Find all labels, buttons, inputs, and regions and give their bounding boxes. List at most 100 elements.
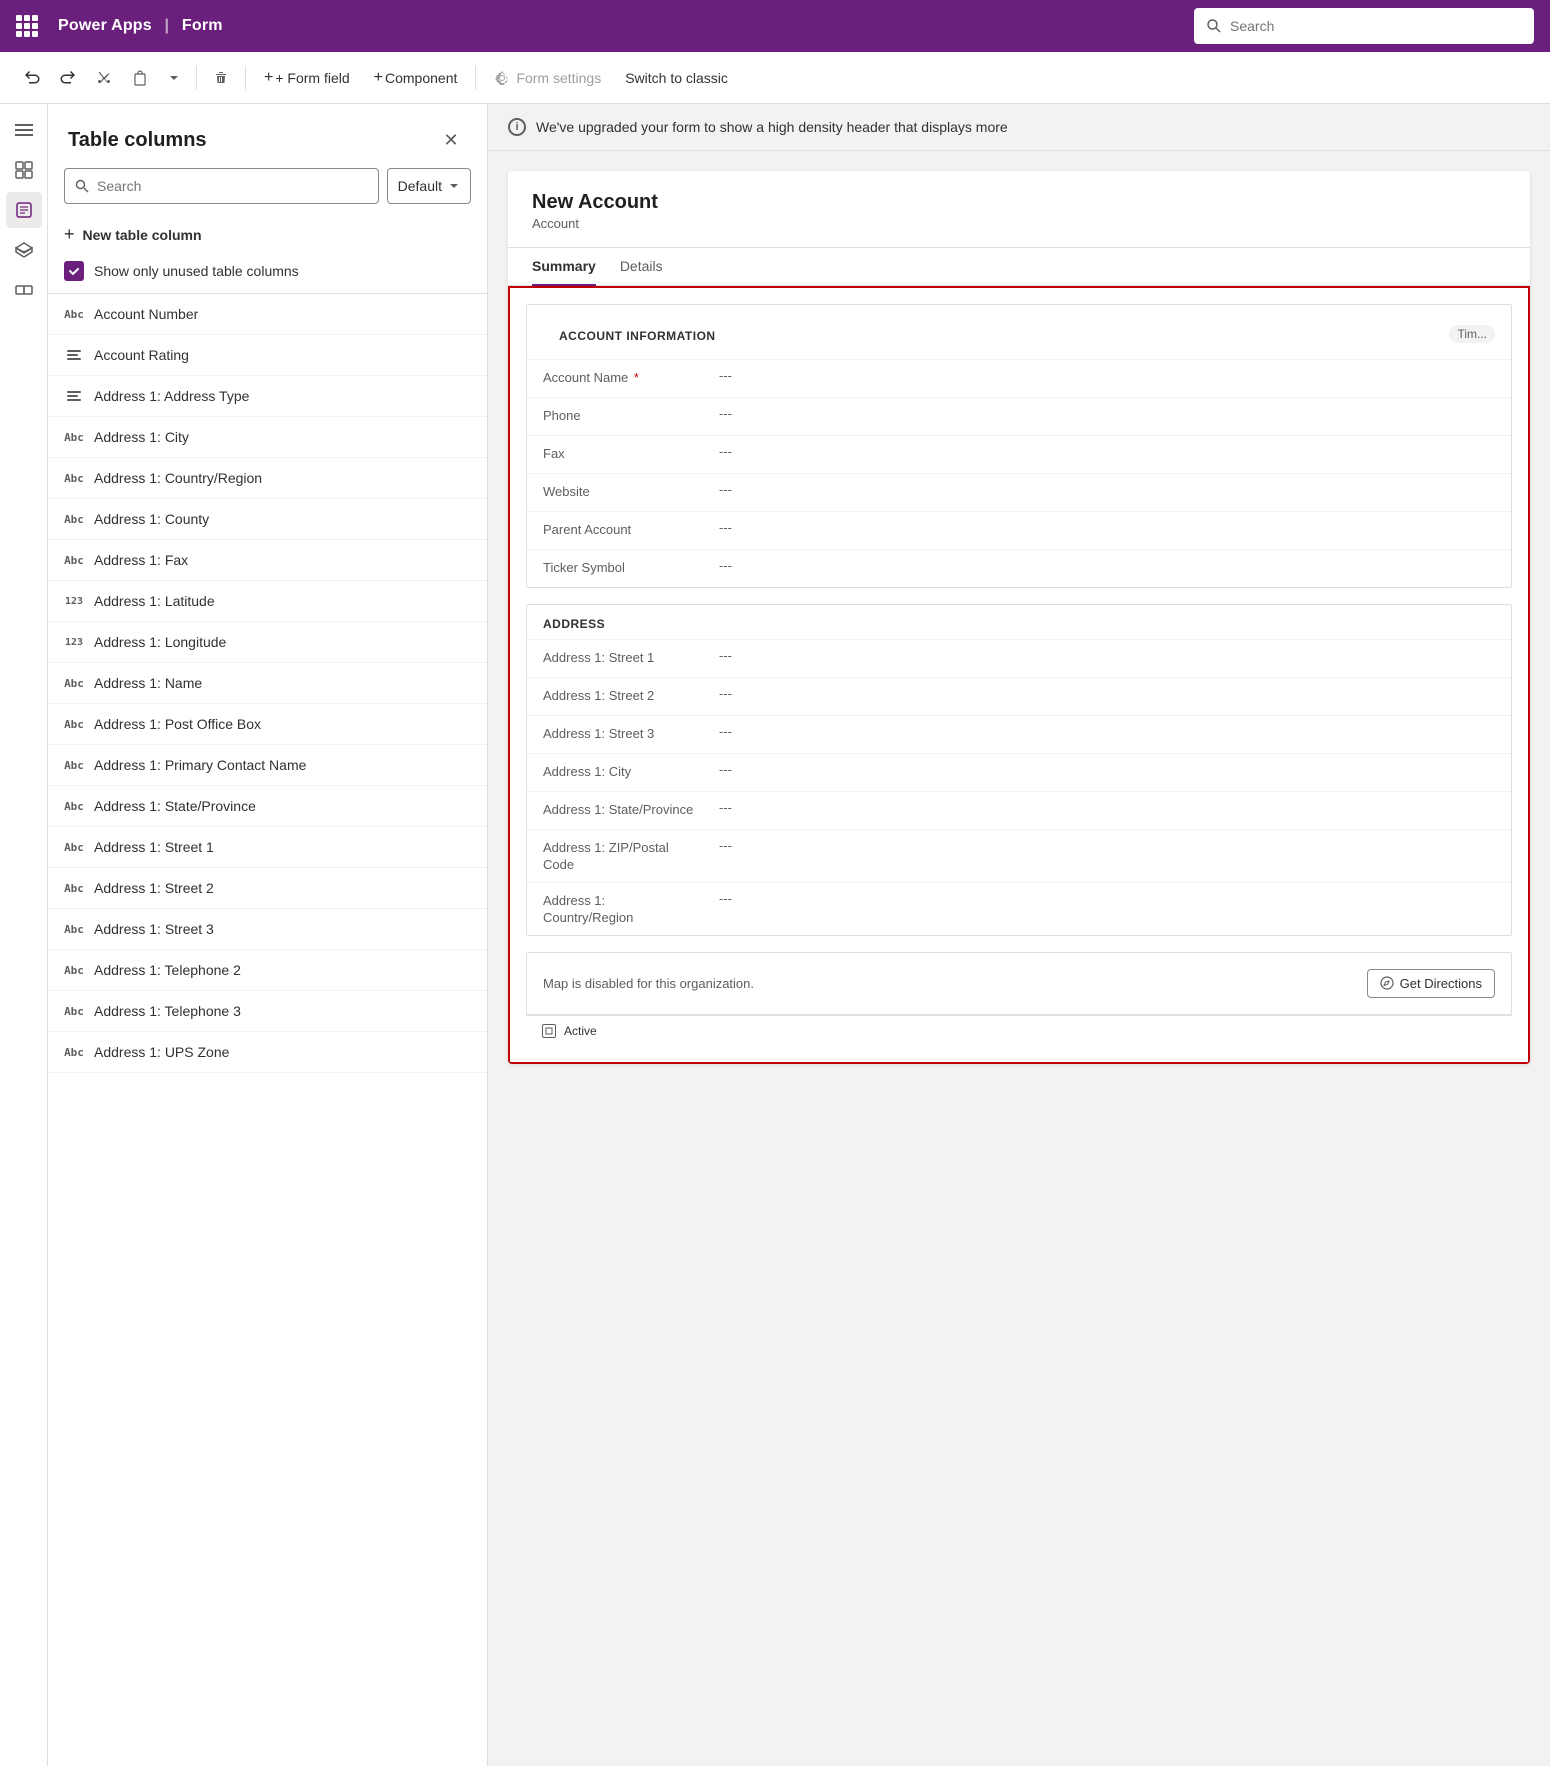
field-row: Address 1:Country/Region --- (527, 882, 1511, 935)
info-icon: i (508, 118, 526, 136)
list-item[interactable]: Abc Address 1: City (48, 417, 487, 458)
nav-dashboard-icon[interactable] (6, 152, 42, 188)
list-item[interactable]: Abc Address 1: Street 3 (48, 909, 487, 950)
abc-icon-10: Abc (64, 837, 84, 857)
field-value: --- (719, 800, 732, 815)
field-value: --- (719, 444, 732, 459)
separator-3 (475, 66, 476, 90)
nav-menu-icon[interactable] (6, 112, 42, 148)
abc-icon-12: Abc (64, 919, 84, 939)
field-row: Address 1: Street 1 --- (527, 639, 1511, 677)
filter-dropdown[interactable]: Default (387, 168, 471, 204)
map-section: Map is disabled for this organization. G… (526, 952, 1512, 1015)
field-label: Phone (543, 406, 703, 425)
field-value: --- (719, 762, 732, 777)
nav-blocks-icon[interactable] (6, 272, 42, 308)
account-information-section: ACCOUNT INFORMATION Tim... Account Name … (526, 304, 1512, 588)
list-item[interactable]: Abc Address 1: Country/Region (48, 458, 487, 499)
add-form-field-button[interactable]: + + Form field (254, 63, 360, 93)
field-row: Website --- (527, 473, 1511, 511)
list-item[interactable]: Abc Address 1: Name (48, 663, 487, 704)
list-item[interactable]: Abc Address 1: Street 2 (48, 868, 487, 909)
add-component-button[interactable]: + Component (364, 63, 468, 93)
list-item[interactable]: Abc Address 1: Telephone 2 (48, 950, 487, 991)
show-unused-row[interactable]: Show only unused table columns (48, 253, 487, 293)
form-settings-button[interactable]: Form settings (484, 64, 611, 92)
abc-icon-6: Abc (64, 673, 84, 693)
search-icon (1206, 18, 1222, 34)
field-value: --- (719, 686, 732, 701)
field-value: --- (719, 838, 732, 853)
list-icon-2 (64, 386, 84, 406)
list-item[interactable]: Abc Address 1: State/Province (48, 786, 487, 827)
abc-icon-8: Abc (64, 755, 84, 775)
form-card: New Account Account Summary Details (508, 171, 1530, 1064)
get-directions-button[interactable]: Get Directions (1367, 969, 1495, 998)
field-row: Fax --- (527, 435, 1511, 473)
nav-layers-icon[interactable] (6, 232, 42, 268)
form-preview: New Account Account Summary Details (488, 151, 1550, 1766)
num-icon-2: 123 (64, 632, 84, 652)
new-table-column-button[interactable]: + New table column (48, 216, 487, 253)
abc-icon-13: Abc (64, 960, 84, 980)
sidebar-panel: Table columns ✕ Default + New table colu… (48, 104, 488, 1766)
status-text: Active (564, 1024, 597, 1038)
status-icon (542, 1024, 556, 1038)
main-layout: Table columns ✕ Default + New table colu… (0, 104, 1550, 1766)
field-value: --- (719, 724, 732, 739)
tab-details[interactable]: Details (620, 248, 663, 286)
list-item[interactable]: Abc Address 1: Street 1 (48, 827, 487, 868)
delete-button[interactable] (205, 64, 237, 92)
compass-icon (1380, 976, 1394, 990)
show-unused-checkbox[interactable] (64, 261, 84, 281)
global-search-box[interactable] (1194, 8, 1534, 44)
column-search-input[interactable] (97, 178, 368, 194)
field-row: Address 1: Street 3 --- (527, 715, 1511, 753)
abc-icon-2: Abc (64, 427, 84, 447)
search-input[interactable] (1230, 18, 1522, 34)
list-item[interactable]: Abc Address 1: Primary Contact Name (48, 745, 487, 786)
list-item[interactable]: Abc Address 1: Telephone 3 (48, 991, 487, 1032)
sidebar-close-button[interactable]: ✕ (435, 124, 467, 156)
list-item[interactable]: Abc Address 1: UPS Zone (48, 1032, 487, 1073)
timeline-badge: Tim... (1449, 325, 1495, 343)
list-item[interactable]: Abc Account Number (48, 294, 487, 335)
sidebar-search-row: Default (48, 168, 487, 216)
separator-2 (245, 66, 246, 90)
list-item[interactable]: 123 Address 1: Latitude (48, 581, 487, 622)
field-value: --- (719, 406, 732, 421)
list-item[interactable]: Abc Address 1: Fax (48, 540, 487, 581)
abc-icon: Abc (64, 304, 84, 324)
field-row: Parent Account --- (527, 511, 1511, 549)
list-item[interactable]: Abc Address 1: Post Office Box (48, 704, 487, 745)
field-row: Address 1: Street 2 --- (527, 677, 1511, 715)
settings-icon (494, 70, 510, 86)
form-header: New Account Account (508, 171, 1530, 248)
tab-summary[interactable]: Summary (532, 248, 596, 286)
info-banner: i We've upgraded your form to show a hig… (488, 104, 1550, 151)
field-value: --- (719, 368, 732, 383)
list-item[interactable]: Abc Address 1: County (48, 499, 487, 540)
app-grid-icon[interactable] (16, 15, 38, 37)
form-tabs: Summary Details (508, 248, 1530, 286)
cut-button[interactable] (88, 64, 120, 92)
paste-button[interactable] (124, 64, 156, 92)
form-body: ACCOUNT INFORMATION Tim... Account Name … (508, 286, 1530, 1064)
form-title: New Account (532, 191, 1506, 214)
switch-classic-button[interactable]: Switch to classic (615, 64, 738, 92)
undo-button[interactable] (16, 64, 48, 92)
field-row: Phone --- (527, 397, 1511, 435)
sidebar-search-box[interactable] (64, 168, 379, 204)
field-label: Ticker Symbol (543, 558, 703, 577)
field-row: Address 1: State/Province --- (527, 791, 1511, 829)
field-label: Address 1: Street 3 (543, 724, 703, 743)
nav-form-icon[interactable] (6, 192, 42, 228)
field-label: Address 1: ZIP/PostalCode (543, 838, 703, 874)
abc-icon-7: Abc (64, 714, 84, 734)
columns-list: Abc Account Number Account Rating Addres… (48, 293, 487, 1766)
redo-button[interactable] (52, 64, 84, 92)
dropdown-button[interactable] (160, 66, 188, 90)
list-item[interactable]: Address 1: Address Type (48, 376, 487, 417)
list-item[interactable]: 123 Address 1: Longitude (48, 622, 487, 663)
list-item[interactable]: Account Rating (48, 335, 487, 376)
